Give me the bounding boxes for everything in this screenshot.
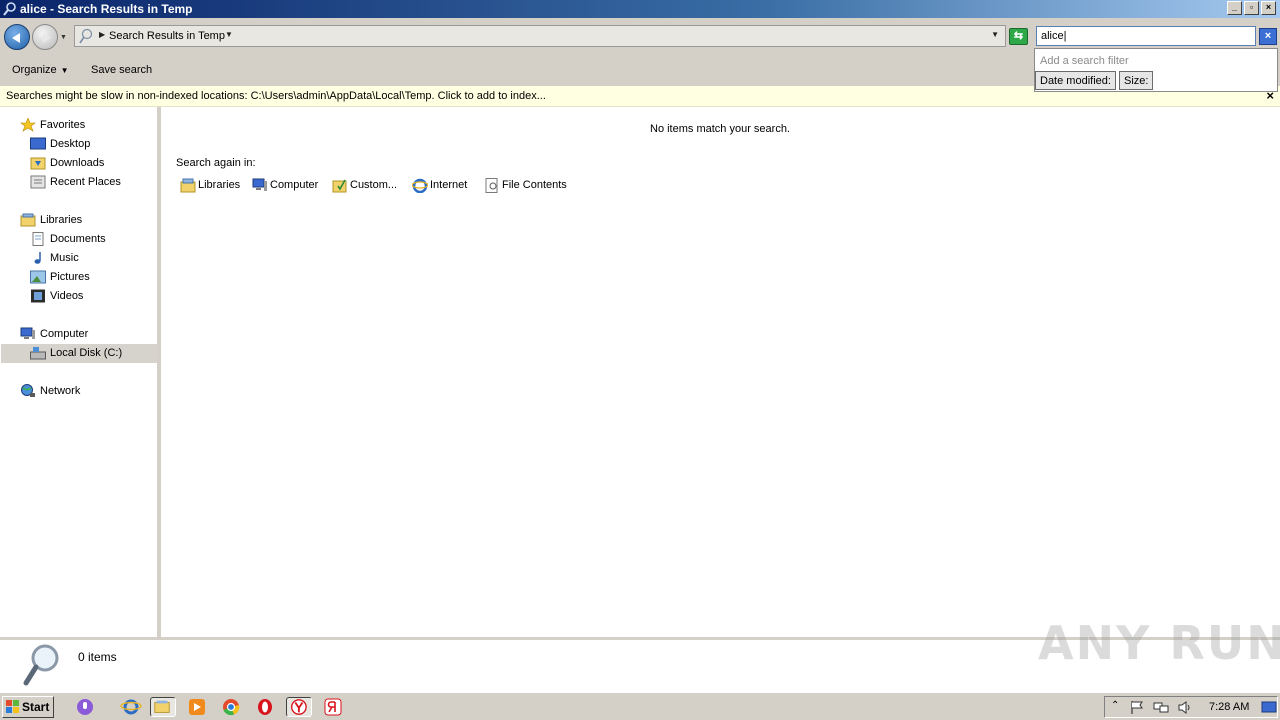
filter-size[interactable]: Size: [1119,71,1154,90]
nav-local-disk[interactable]: Local Disk (C:) [1,344,157,363]
libraries-icon [180,178,196,193]
clear-search-button[interactable]: × [1259,28,1277,45]
search-window-icon [3,2,16,16]
search-filter-popup: Add a search filter Date modified: Size: [1034,48,1278,92]
pictures-icon [30,270,46,284]
videos-film-icon [31,289,45,303]
breadcrumb-chevron-icon[interactable]: ▶ [99,30,105,39]
search-filter-hint: Add a search filter [1040,55,1129,67]
minimize-button[interactable]: _ [1227,1,1242,15]
forward-button[interactable] [32,24,58,50]
breadcrumb[interactable]: Search Results in Temp [109,30,225,42]
folder-icon [154,700,170,713]
show-hidden-icons-icon[interactable]: ⌃ [1111,700,1119,711]
computer-icon [252,178,267,191]
window-title: alice - Search Results in Temp [20,2,193,16]
desktop-icon [30,137,46,150]
search-icon [79,28,93,44]
custom-folder-icon [332,179,347,193]
internet-explorer-icon[interactable] [120,697,142,717]
anyrun-watermark: ANY RUN [1038,610,1280,672]
save-search-button[interactable]: Save search [91,64,152,76]
network-status-icon[interactable] [1153,700,1169,715]
music-note-icon [34,252,41,264]
network-globe-icon [21,384,35,397]
yandex-icon[interactable] [322,697,344,717]
taskbar-clock[interactable]: 7:28 AM [1209,701,1249,713]
libraries-icon [20,213,36,227]
search-again-label: Search again in: [176,157,256,169]
close-button[interactable]: × [1261,1,1276,15]
taskbar: Start ⌃ 7:28 AM [0,692,1280,720]
explorer-taskbar-button[interactable] [150,697,176,717]
organize-label: Organize [12,64,57,76]
search-input[interactable]: alice| [1036,26,1256,46]
title-bar: alice - Search Results in Temp _ ▫ × [0,0,1280,18]
action-center-flag-icon[interactable] [1129,700,1145,715]
no-results-message: No items match your search. [650,123,790,135]
text-cursor: | [1063,30,1067,42]
search-input-value: alice [1041,30,1064,42]
chrome-icon[interactable] [220,697,242,717]
star-icon [20,118,36,132]
watermark-text: ANY RUN [1038,616,1280,670]
voice-assistant-icon[interactable] [74,697,96,717]
opera-icon[interactable] [254,697,276,717]
volume-icon[interactable] [1177,700,1193,715]
start-button[interactable]: Start [2,696,54,718]
internet-explorer-icon [412,178,428,193]
maximize-button[interactable]: ▫ [1244,1,1259,15]
window-controls: _ ▫ × [1227,1,1276,15]
file-contents-icon [485,178,498,193]
results-pane: No items match your search. Search again… [161,107,1280,637]
recent-pages-dropdown[interactable]: ▼ [60,34,67,41]
local-disk-icon [30,347,46,360]
info-bar-message[interactable]: Searches might be slow in non-indexed lo… [6,90,546,102]
navigation-pane: Favorites Desktop Downloads Recent Place… [0,107,157,637]
magnifier-icon [23,644,59,686]
yandex-browser-taskbar-button[interactable] [286,697,312,717]
documents-icon [32,232,44,246]
windows-flag-icon [6,700,19,713]
media-player-icon[interactable] [186,697,208,717]
address-bar[interactable]: ▶ Search Results in Temp ▼ ▼ [74,25,1006,47]
system-tray: ⌃ 7:28 AM [1104,696,1278,718]
recent-places-icon [30,175,46,189]
refresh-button[interactable]: ⇆ [1009,28,1028,45]
computer-icon [20,327,35,339]
item-count: 0 items [78,650,117,664]
back-button[interactable] [4,24,30,50]
breadcrumb-dropdown-icon[interactable]: ▼ [225,30,233,39]
yandex-browser-icon [291,699,307,715]
downloads-folder-icon [30,157,46,170]
filter-date-modified[interactable]: Date modified: [1035,71,1116,90]
address-history-dropdown-icon[interactable]: ▼ [991,30,999,39]
organize-button[interactable]: Organize ▼ [12,64,69,76]
show-desktop-icon[interactable] [1261,700,1277,715]
chevron-down-icon: ▼ [60,66,69,75]
